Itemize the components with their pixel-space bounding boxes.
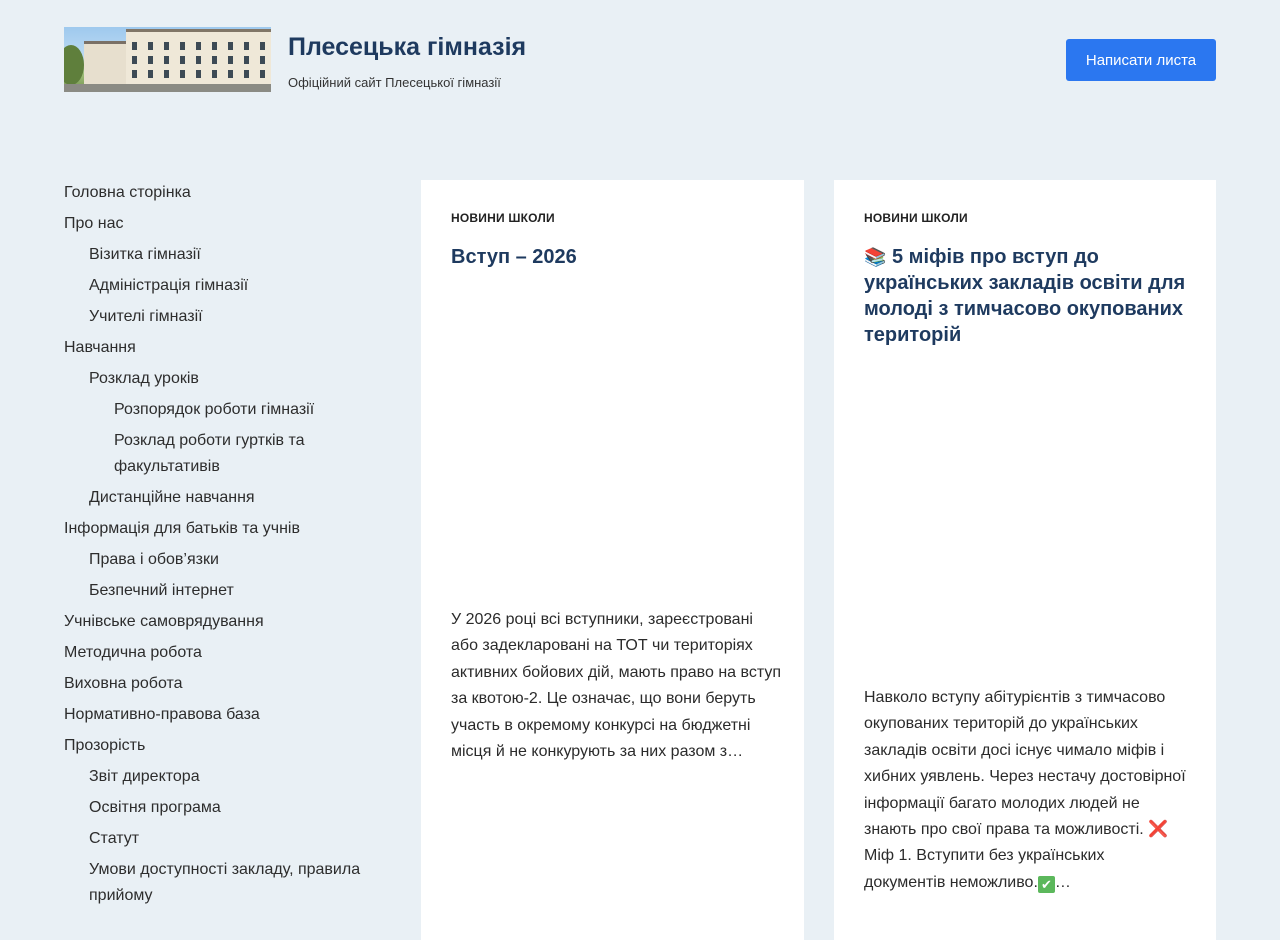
excerpt-text: Навколо вступу абітурієнтів з тимчасово … xyxy=(864,689,1186,839)
post-card: НОВИНИ ШКОЛИ Вступ – 2026 У 2026 році вс… xyxy=(421,180,804,940)
nav-link[interactable]: Умови доступності закладу, правила прийо… xyxy=(64,857,384,914)
post-card: НОВИНИ ШКОЛИ 📚 5 міфів про вступ до укра… xyxy=(834,180,1216,940)
books-icon: 📚 xyxy=(864,247,887,267)
site-header: Плесецька гімназія Офіційний сайт Плесец… xyxy=(64,27,1216,93)
nav-link[interactable]: Методична робота xyxy=(64,640,384,671)
site-logo-image[interactable] xyxy=(64,27,271,92)
nav-item: Інформація для батьків та учнів xyxy=(64,516,384,547)
post-category-link[interactable]: НОВИНИ ШКОЛИ xyxy=(451,211,555,225)
nav-link[interactable]: Про нас xyxy=(64,211,384,242)
post-title[interactable]: Вступ – 2026 xyxy=(451,244,781,270)
green-check-icon: ✔ xyxy=(1037,875,1055,893)
nav-list: Головна сторінка Про нас Візитка гімназії А… xyxy=(64,180,384,914)
post-title-text[interactable]: 5 міфів про вступ до українських закладі… xyxy=(864,246,1185,346)
logo-building-wing xyxy=(84,41,129,88)
nav-item: Прозорість xyxy=(64,733,384,764)
nav-link[interactable]: Адміністрація гімназії xyxy=(64,273,384,304)
nav-item: Розклад уроків xyxy=(64,366,384,397)
nav-link[interactable]: Права і обов’язки xyxy=(64,547,384,578)
nav-link[interactable]: Інформація для батьків та учнів xyxy=(64,516,384,547)
nav-item: Дистанційне навчання xyxy=(64,485,384,516)
nav-link[interactable]: Учнівське самоврядування xyxy=(64,609,384,640)
nav-item: Візитка гімназії xyxy=(64,242,384,273)
post-excerpt: Навколо вступу абітурієнтів з тимчасово … xyxy=(864,685,1189,896)
nav-link[interactable]: Дистанційне навчання xyxy=(64,485,384,516)
nav-link[interactable]: Навчання xyxy=(64,335,384,366)
site-title[interactable]: Плесецька гімназія xyxy=(288,33,526,62)
nav-item: Розклад роботи гуртків та факультативів xyxy=(64,428,384,485)
nav-link[interactable]: Виховна робота xyxy=(64,671,384,702)
nav-item: Головна сторінка xyxy=(64,180,384,211)
nav-item: Права і обов’язки xyxy=(64,547,384,578)
nav-link[interactable]: Освітня програма xyxy=(64,795,384,826)
nav-link[interactable]: Учителі гімназії xyxy=(64,304,384,335)
nav-link[interactable]: Безпечний інтернет xyxy=(64,578,384,609)
logo-ground xyxy=(64,84,271,92)
post-title-text[interactable]: Вступ – 2026 xyxy=(451,246,577,268)
nav-item: Навчання xyxy=(64,335,384,366)
nav-item: Умови доступності закладу, правила прийо… xyxy=(64,857,384,914)
post-title[interactable]: 📚 5 міфів про вступ до українських закла… xyxy=(864,244,1194,348)
nav-item: Нормативно-правова база xyxy=(64,702,384,733)
post-excerpt: У 2026 році всі вступники, зареєстровані… xyxy=(451,611,782,761)
write-letter-button[interactable]: Написати листа xyxy=(1066,39,1216,81)
nav-link[interactable]: Звіт директора xyxy=(64,764,384,795)
nav-item: Методична робота xyxy=(64,640,384,671)
site-tagline: Офіційний сайт Плесецької гімназії xyxy=(288,75,501,90)
nav-link[interactable]: Візитка гімназії xyxy=(64,242,384,273)
nav-link[interactable]: Прозорість xyxy=(64,733,384,764)
logo-building-main xyxy=(126,29,271,88)
nav-link[interactable]: Розпорядок роботи гімназії xyxy=(64,397,384,428)
nav-item: Учителі гімназії xyxy=(64,304,384,335)
sidebar-nav: Головна сторінка Про нас Візитка гімназії А… xyxy=(64,180,384,914)
nav-item: Про нас xyxy=(64,211,384,242)
nav-link[interactable]: Статут xyxy=(64,826,384,857)
post-category-link[interactable]: НОВИНИ ШКОЛИ xyxy=(864,211,968,225)
nav-item: Освітня програма xyxy=(64,795,384,826)
nav-item: Учнівське самоврядування xyxy=(64,609,384,640)
nav-link[interactable]: Нормативно-правова база xyxy=(64,702,384,733)
red-cross-icon: ❌ xyxy=(1148,821,1169,839)
nav-item: Розпорядок роботи гімназії xyxy=(64,397,384,428)
nav-item: Статут xyxy=(64,826,384,857)
nav-item: Звіт директора xyxy=(64,764,384,795)
nav-link[interactable]: Розклад роботи гуртків та факультативів xyxy=(64,428,384,485)
logo-tree-shape xyxy=(64,45,84,85)
excerpt-ellipsis: … xyxy=(1054,873,1071,891)
nav-link[interactable]: Розклад уроків xyxy=(64,366,384,397)
nav-item: Безпечний інтернет xyxy=(64,578,384,609)
nav-link[interactable]: Головна сторінка xyxy=(64,180,384,211)
nav-item: Адміністрація гімназії xyxy=(64,273,384,304)
nav-item: Виховна робота xyxy=(64,671,384,702)
